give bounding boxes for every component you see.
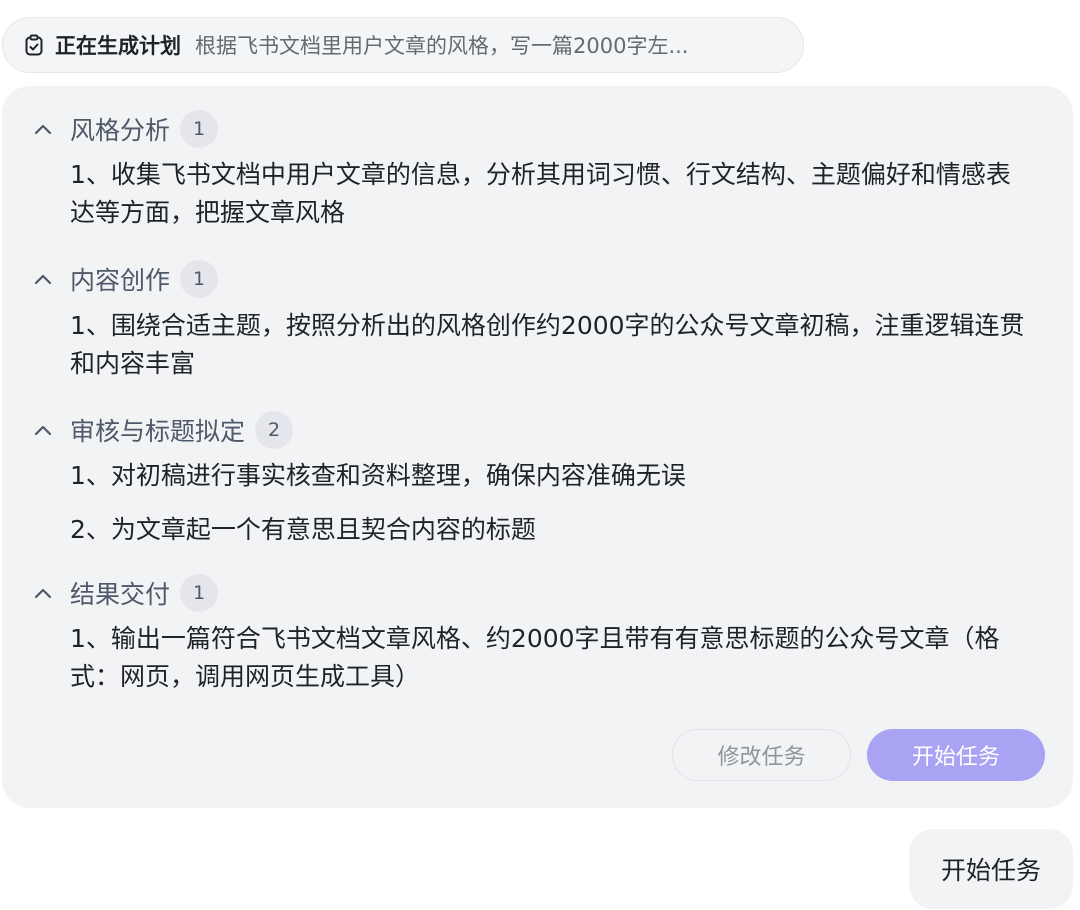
chevron-up-icon[interactable] [34, 123, 52, 135]
plan-card: 风格分析 1 1、收集飞书文档中用户文章的信息，分析其用词习惯、行文结构、主题偏… [2, 86, 1073, 808]
chevron-up-icon[interactable] [34, 273, 52, 285]
plan-status-label: 正在生成计划 [55, 34, 181, 58]
user-message-bubble: 开始任务 [909, 829, 1073, 909]
plan-status-pill[interactable]: 正在生成计划 根据飞书文档里用户文章的风格，写一篇2000字左... [2, 17, 804, 73]
section-header-style-analysis[interactable]: 风格分析 1 [34, 109, 219, 149]
section-title: 风格分析 [70, 116, 171, 145]
start-task-button[interactable]: 开始任务 [867, 729, 1045, 781]
chevron-up-icon[interactable] [34, 587, 52, 599]
chevron-up-icon[interactable] [34, 424, 52, 436]
plan-step: 2、为文章起一个有意思且契合内容的标题 [70, 515, 536, 544]
plan-step: 1、收集飞书文档中用户文章的信息，分析其用词习惯、行文结构、主题偏好和情感表达等… [70, 160, 1011, 227]
section-count-badge: 1 [180, 260, 219, 298]
section-header-review-and-title[interactable]: 审核与标题拟定 2 [34, 410, 294, 450]
section-count-badge: 1 [180, 574, 219, 612]
section-header-content-creation[interactable]: 内容创作 1 [34, 259, 219, 299]
plan-step: 1、对初稿进行事实核查和资料整理，确保内容准确无误 [70, 461, 686, 490]
section-title: 审核与标题拟定 [70, 417, 246, 446]
plan-step: 1、围绕合适主题，按照分析出的风格创作约2000字的公众号文章初稿，注重逻辑连贯… [70, 311, 1025, 378]
plan-step: 1、输出一篇符合飞书文档文章风格、约2000字且带有有意思标题的公众号文章（格式… [70, 624, 1000, 691]
prompt-preview: 根据飞书文档里用户文章的风格，写一篇2000字左... [195, 34, 689, 58]
section-title: 内容创作 [70, 266, 171, 295]
edit-task-button[interactable]: 修改任务 [672, 729, 851, 781]
section-count-badge: 2 [255, 411, 294, 449]
section-header-delivery[interactable]: 结果交付 1 [34, 573, 219, 613]
clipboard-check-icon [25, 34, 43, 56]
section-count-badge: 1 [180, 110, 219, 148]
section-title: 结果交付 [70, 580, 171, 609]
